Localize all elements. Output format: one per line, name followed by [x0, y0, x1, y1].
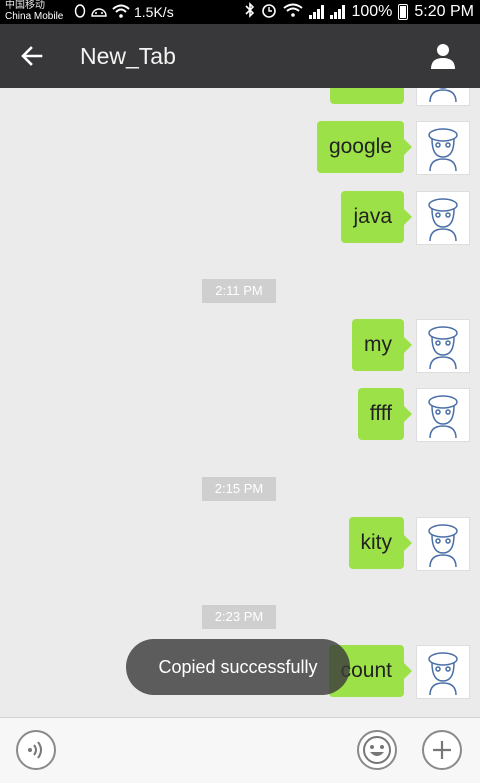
- message-bubble[interactable]: [330, 88, 404, 104]
- timestamp: 2:11 PM: [202, 279, 276, 303]
- avatar-image: [429, 88, 457, 103]
- status-icons-right: 100% 5:20 PM: [245, 0, 474, 24]
- avatar-image: [428, 128, 458, 172]
- avatar-image: [428, 395, 458, 439]
- input-bar: [0, 717, 480, 783]
- message-bubble[interactable]: ffff: [357, 388, 413, 440]
- battery-icon: [398, 4, 409, 20]
- carrier-line-2: China Mobile: [5, 11, 64, 22]
- arrow-left-icon: [21, 46, 43, 66]
- app-header: New_Tab: [0, 24, 480, 88]
- bluetooth-icon: [245, 1, 255, 23]
- voice-icon: [28, 741, 42, 759]
- person-icon: [431, 44, 455, 69]
- timestamp: 2:15 PM: [202, 477, 276, 501]
- clock: 5:20 PM: [414, 3, 474, 20]
- wifi-icon: [112, 4, 130, 21]
- message-row: my: [352, 319, 470, 373]
- status-icons-left: 1.5K/s: [74, 2, 174, 22]
- avatar-image: [428, 198, 458, 242]
- network-speed: 1.5K/s: [134, 4, 174, 20]
- message-bubble[interactable]: kity: [348, 517, 412, 569]
- avatar-image: [428, 652, 458, 696]
- qq-icon: [74, 3, 86, 22]
- signal-icon-2: [330, 5, 346, 19]
- message-row: count: [328, 645, 470, 699]
- message-row: ffff: [357, 388, 470, 442]
- back-button[interactable]: [14, 40, 50, 72]
- message-row: java: [341, 191, 470, 245]
- avatar[interactable]: [416, 191, 470, 245]
- add-button[interactable]: [422, 730, 462, 770]
- voice-button[interactable]: [16, 730, 56, 770]
- android-icon: [90, 5, 108, 20]
- plus-icon: [433, 741, 451, 759]
- avatar[interactable]: [416, 88, 470, 106]
- chat-list[interactable]: google java 2:11 PM my ffff 2:15 PM kity…: [0, 88, 480, 717]
- profile-button[interactable]: [426, 39, 460, 73]
- signal-icon-1: [309, 5, 325, 19]
- message-row: [330, 88, 470, 106]
- avatar[interactable]: [416, 121, 470, 175]
- toast-message: Copied successfully: [126, 639, 350, 695]
- avatar[interactable]: [416, 517, 470, 571]
- message-row: kity: [348, 517, 470, 571]
- battery-percent: 100%: [351, 3, 393, 20]
- avatar[interactable]: [416, 645, 470, 699]
- alarm-icon: [261, 2, 277, 23]
- message-row: google: [316, 121, 470, 175]
- wifi-signal-icon: [283, 3, 304, 22]
- page-title: New_Tab: [80, 43, 176, 69]
- message-bubble[interactable]: my: [352, 319, 412, 371]
- message-bubble[interactable]: java: [341, 191, 412, 243]
- timestamp: 2:23 PM: [202, 605, 276, 629]
- carrier-line-1: 中国移动: [5, 0, 45, 11]
- message-bubble[interactable]: google: [316, 121, 413, 173]
- avatar-image: [428, 524, 458, 568]
- status-bar: 中国移动 China Mobile 1.5K/s 100% 5:20 PM: [0, 0, 480, 24]
- avatar[interactable]: [416, 319, 470, 373]
- emoji-icon: [363, 736, 391, 764]
- avatar-image: [428, 326, 458, 370]
- avatar[interactable]: [416, 388, 470, 442]
- emoji-button[interactable]: [357, 730, 397, 770]
- carrier-label: 中国移动 China Mobile: [5, 0, 75, 22]
